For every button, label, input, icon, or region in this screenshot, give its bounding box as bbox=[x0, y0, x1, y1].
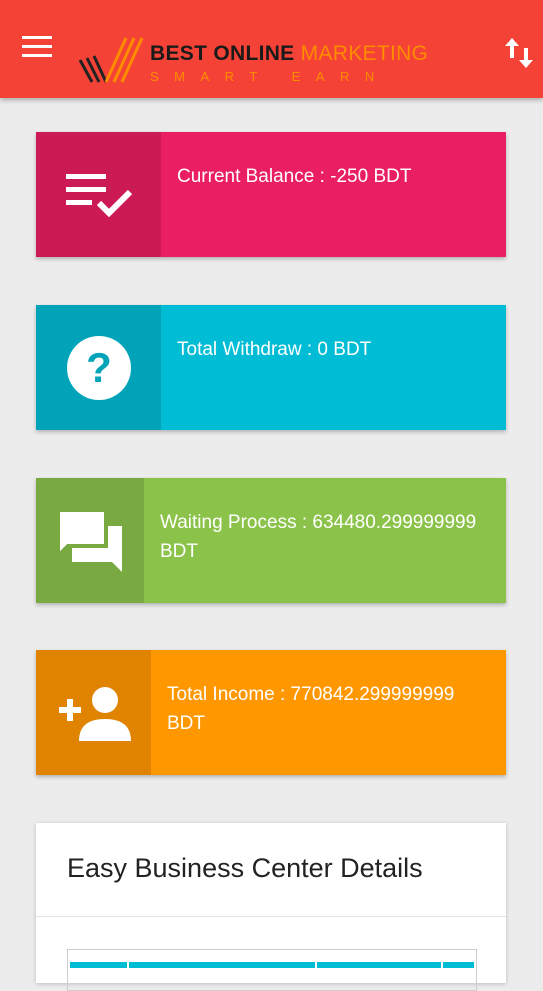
total-income-card[interactable]: Total Income : 770842.299999999 BDT bbox=[36, 650, 506, 775]
forum-icon bbox=[56, 507, 122, 572]
brand-name: BEST ONLINE MARKETING bbox=[150, 42, 428, 66]
waiting-process-card[interactable]: Waiting Process : 634480.299999999 BDT bbox=[36, 478, 506, 603]
details-panel: Easy Business Center Details bbox=[36, 823, 506, 991]
current-balance-card[interactable]: Current Balance : -250 BDT bbox=[36, 132, 506, 257]
swap-vert-icon[interactable] bbox=[503, 36, 535, 70]
brand-word-best: BEST bbox=[150, 42, 208, 65]
brand-logo: BEST ONLINE MARKETING SMART EARN bbox=[78, 36, 428, 88]
card-icon-box: ? bbox=[36, 305, 161, 430]
card-icon-box bbox=[36, 132, 161, 257]
total-withdraw-label: Total Withdraw : 0 BDT bbox=[177, 339, 372, 360]
svg-text:?: ? bbox=[86, 344, 112, 391]
person-add-icon bbox=[58, 686, 131, 741]
app-bar: BEST ONLINE MARKETING SMART EARN bbox=[0, 0, 543, 98]
current-balance-label: Current Balance : -250 BDT bbox=[177, 166, 412, 187]
table-header-row bbox=[70, 962, 474, 968]
total-withdraw-card[interactable]: ? Total Withdraw : 0 BDT bbox=[36, 305, 506, 430]
menu-icon[interactable] bbox=[22, 36, 56, 66]
total-income-label: Total Income : 770842.299999999 BDT bbox=[167, 684, 455, 734]
details-table bbox=[67, 949, 477, 991]
waiting-process-label: Waiting Process : 634480.299999999 BDT bbox=[160, 512, 477, 562]
playlist-check-icon bbox=[65, 173, 132, 217]
card-icon-box bbox=[36, 478, 144, 603]
brand-tagline: SMART EARN bbox=[150, 69, 390, 84]
details-title: Easy Business Center Details bbox=[67, 853, 423, 883]
details-divider bbox=[36, 916, 506, 917]
help-circle-icon: ? bbox=[66, 335, 131, 400]
brand-word-marketing: MARKETING bbox=[300, 42, 429, 65]
brand-word-online: ONLINE bbox=[213, 42, 295, 65]
logo-mark-icon bbox=[78, 37, 144, 83]
card-icon-box bbox=[36, 650, 151, 775]
